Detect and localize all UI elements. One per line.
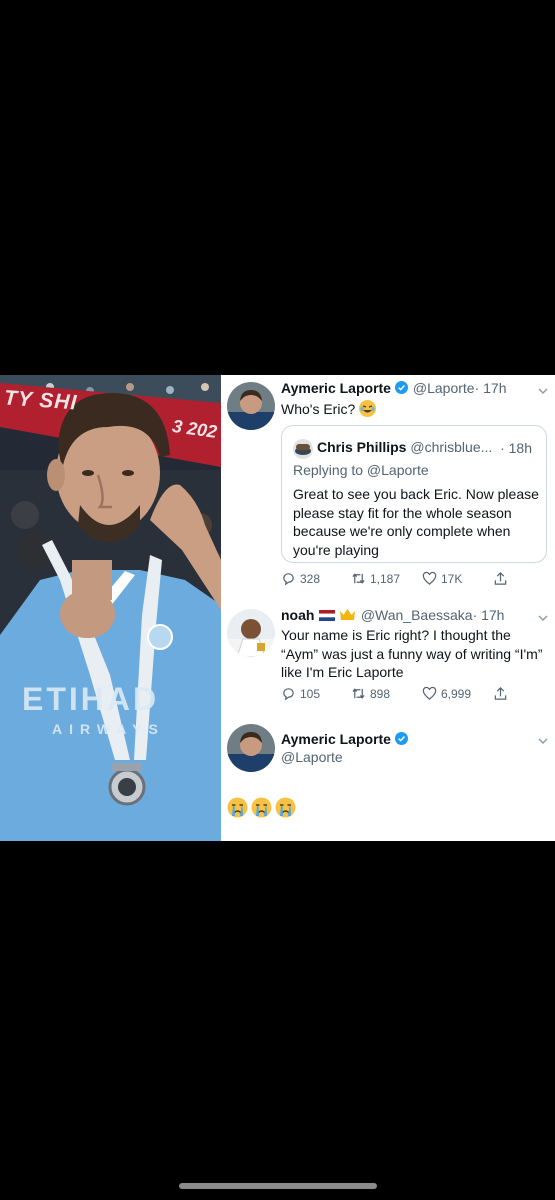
- avatar[interactable]: [227, 609, 275, 657]
- player-photo: TY SHI 3 202 ETIHAD AIRWAYS: [0, 375, 221, 841]
- like-icon: [422, 686, 437, 700]
- quoted-tweet-text: Great to see you back Eric. Now please p…: [293, 486, 539, 558]
- quoted-tweet[interactable]: Chris Phillips @chrisblue... · 18h Reply…: [281, 425, 547, 563]
- tweet[interactable]: Aymeric Laporte @Laporte· 17h Who's Eric…: [221, 375, 555, 597]
- reply-button[interactable]: 328: [281, 571, 320, 586]
- share-icon: [494, 687, 507, 700]
- chevron-down-icon[interactable]: [537, 385, 549, 397]
- share-button[interactable]: [493, 686, 508, 701]
- crown-icon: [340, 609, 356, 620]
- quoted-author-name[interactable]: Chris Phillips: [317, 439, 406, 455]
- tweet-thread: Aymeric Laporte @Laporte· 17h Who's Eric…: [221, 375, 555, 841]
- reply-count: 328: [300, 571, 321, 586]
- share-button[interactable]: [493, 571, 508, 586]
- author-handle[interactable]: @Laporte: [281, 749, 343, 765]
- like-button[interactable]: 17K: [422, 571, 462, 586]
- home-indicator[interactable]: [179, 1183, 377, 1189]
- reply-count: 105: [300, 686, 321, 701]
- author-handle[interactable]: @Laporte: [413, 380, 475, 396]
- banner-text-left: TY SHI: [3, 386, 79, 415]
- netherlands-flag-icon: [318, 610, 335, 621]
- avatar[interactable]: [227, 382, 275, 430]
- chevron-down-icon[interactable]: [537, 735, 549, 747]
- shirt-sponsor-text: ETIHAD: [22, 681, 160, 717]
- share-icon: [494, 572, 507, 585]
- crying-face-icon: [275, 797, 296, 818]
- retweet-icon: [352, 573, 365, 584]
- tweet[interactable]: Aymeric Laporte @Laporte: [221, 720, 555, 841]
- like-icon: [422, 571, 437, 585]
- author-name[interactable]: Aymeric Laporte: [281, 380, 391, 396]
- crying-face-icon: [251, 797, 272, 818]
- retweet-count: 898: [370, 686, 391, 701]
- replying-to-label[interactable]: Replying to @Laporte: [293, 462, 429, 478]
- screenshot-collage: TY SHI 3 202 ETIHAD AIRWAYS Aymeric Lapo…: [0, 375, 555, 841]
- crying-face-icon: [227, 797, 248, 818]
- like-count: 17K: [441, 571, 463, 586]
- quoted-author-handle[interactable]: @chrisblue...: [410, 439, 492, 455]
- tweet[interactable]: noah @Wan_Baessaka· 17h Your name is Eri…: [221, 602, 555, 712]
- author-name[interactable]: noah: [281, 607, 314, 623]
- retweet-button[interactable]: 1,187: [351, 571, 400, 586]
- tweet-emoji-content: [227, 797, 296, 818]
- avatar[interactable]: [227, 724, 275, 772]
- tweet-text: Your name is Eric right? I thought the “…: [281, 627, 543, 680]
- author-handle[interactable]: @Wan_Baessaka: [361, 607, 473, 623]
- retweet-button[interactable]: 898: [351, 686, 390, 701]
- tweet-time: · 17h: [474, 380, 507, 396]
- laughing-emoji-icon: [359, 400, 377, 417]
- verified-badge-icon: [395, 381, 409, 394]
- reply-icon: [283, 573, 294, 586]
- like-button[interactable]: 6,999: [422, 686, 471, 701]
- reply-button[interactable]: 105: [281, 686, 320, 701]
- like-count: 6,999: [441, 686, 472, 701]
- reply-icon: [283, 688, 294, 701]
- retweet-icon: [352, 688, 365, 699]
- chevron-down-icon[interactable]: [537, 612, 549, 624]
- tweet-time: · 17h: [472, 607, 505, 623]
- retweet-count: 1,187: [370, 571, 401, 586]
- shirt-sponsor-subtext: AIRWAYS: [52, 721, 165, 737]
- avatar[interactable]: [293, 439, 313, 459]
- verified-badge-icon: [395, 732, 409, 745]
- author-name[interactable]: Aymeric Laporte: [281, 731, 391, 747]
- quoted-tweet-time: · 18h: [500, 440, 532, 456]
- tweet-text: Who's Eric?: [281, 401, 356, 417]
